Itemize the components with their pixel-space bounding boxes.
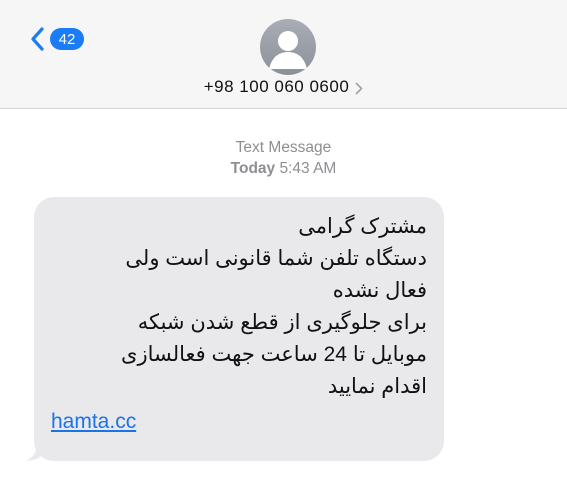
timestamp-day: Today xyxy=(230,160,276,177)
contact-avatar[interactable] xyxy=(260,19,316,75)
chevron-right-icon xyxy=(355,82,363,94)
conversation-header: 42 +98 100 060 0600 xyxy=(0,0,567,109)
timestamp-line: Today 5:43 AM xyxy=(0,158,567,179)
timestamp-time: 5:43 AM xyxy=(279,160,337,177)
message-line: موبایل تا 24 ساعت جهت فعالسازی xyxy=(121,343,427,366)
service-label: Text Message xyxy=(235,139,332,156)
chevron-left-icon xyxy=(31,27,44,51)
message-line: دستگاه تلفن شما قانونی است ولی xyxy=(125,247,427,270)
message-text: مشترک گرامی دستگاه تلفن شما قانونی است و… xyxy=(51,211,427,403)
message-line: اقدام نمایید xyxy=(327,375,427,398)
back-button[interactable]: 42 xyxy=(30,26,84,52)
message-bubble[interactable]: مشترک گرامی دستگاه تلفن شما قانونی است و… xyxy=(34,197,444,461)
message-link[interactable]: hamta.cc xyxy=(51,410,136,434)
contact-info-button[interactable]: +98 100 060 0600 xyxy=(0,77,567,97)
message-line: برای جلوگیری از قطع شدن شبکه xyxy=(137,311,427,334)
message-line: مشترک گرامی xyxy=(298,215,427,238)
person-avatar-icon xyxy=(269,31,307,69)
unread-count-badge: 42 xyxy=(50,28,84,50)
contact-number: +98 100 060 0600 xyxy=(203,77,350,96)
message-timestamp: Text Message Today 5:43 AM xyxy=(0,137,567,179)
message-line: فعال نشده xyxy=(332,279,427,302)
